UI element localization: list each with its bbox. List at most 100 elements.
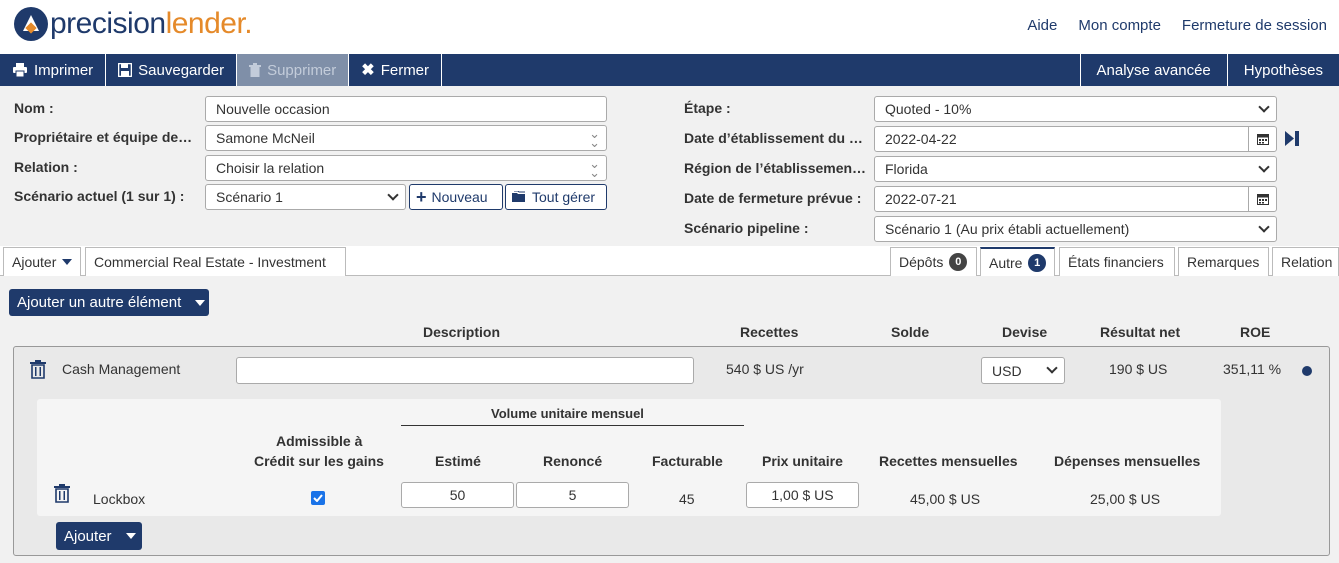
relation-label: Relation : [14, 159, 78, 175]
other-count-badge: 1 [1028, 253, 1046, 272]
print-label: Imprimer [34, 61, 94, 79]
close-label: Fermer [380, 61, 430, 79]
estimated-input[interactable]: 50 [401, 482, 514, 508]
pipeline-scenario-label: Scénario pipeline : [684, 220, 809, 236]
calendar-icon[interactable] [1248, 187, 1276, 211]
save-label: Sauvegarder [138, 61, 225, 79]
new-scenario-button[interactable]: + Nouveau [409, 184, 503, 210]
help-link[interactable]: Aide [1027, 17, 1057, 34]
currency-select[interactable]: USD [981, 357, 1065, 384]
chevron-down-icon [1258, 101, 1270, 113]
stage-select[interactable]: Quoted - 10% [874, 96, 1277, 122]
toolbar: Imprimer Sauvegarder Supprimer ✖ Fermer … [0, 54, 1339, 86]
tab-deposits[interactable]: Dépôts 0 [890, 247, 977, 276]
eligible-checkbox[interactable] [311, 491, 325, 505]
column-header-balance: Solde [891, 324, 930, 340]
my-account-link[interactable]: Mon compte [1078, 17, 1161, 34]
eligible-header-line2: Crédit sur les gains [254, 453, 384, 469]
close-button[interactable]: ✖ Fermer [349, 54, 443, 86]
stage-label: Étape : [684, 100, 731, 116]
waived-header: Renoncé [543, 453, 603, 469]
region-select[interactable]: Florida [874, 156, 1277, 182]
tab-relation[interactable]: Relation [1272, 247, 1339, 276]
deposits-count-badge: 0 [949, 253, 968, 271]
origination-date-label: Date d’établissement du … [684, 130, 863, 146]
owner-label: Propriétaire et équipe de… [14, 129, 193, 145]
save-button[interactable]: Sauvegarder [106, 54, 238, 86]
monthly-unit-volume-header: Volume unitaire mensuel [491, 406, 644, 421]
logo-text-precision: precision [50, 7, 166, 40]
caret-down-icon [62, 259, 73, 265]
tab-commercial-real-estate[interactable]: Commercial Real Estate - Investment [85, 247, 346, 276]
eligible-header-line1: Admissible à [276, 433, 363, 449]
logout-link[interactable]: Fermeture de session [1182, 17, 1327, 34]
logo[interactable]: precisionlender. [14, 7, 253, 41]
name-input[interactable]: Nouvelle occasion [205, 96, 607, 122]
column-header-roe: ROE [1240, 324, 1271, 340]
tab-notes[interactable]: Remarques [1178, 247, 1269, 276]
header-bar: precisionlender. Aide Mon compte Fermetu… [0, 0, 1339, 54]
column-header-description: Description [423, 324, 501, 340]
unit-price-input[interactable]: 1,00 $ US [746, 482, 859, 508]
delete-button[interactable]: Supprimer [237, 54, 350, 86]
billable-value: 45 [679, 491, 695, 507]
trash-icon [249, 63, 262, 77]
chevron-down-icon [1258, 161, 1270, 173]
description-input[interactable] [236, 357, 694, 384]
caret-down-icon [195, 299, 206, 306]
billable-header: Facturable [652, 453, 723, 469]
name-label: Nom : [14, 100, 54, 116]
group-header-underline [401, 425, 744, 426]
scenario-select[interactable]: Scénario 1 [205, 184, 406, 210]
close-date-label: Date de fermeture prévue : [684, 190, 862, 206]
advanced-analysis-button[interactable]: Analyse avancée [1079, 54, 1227, 86]
tab-other[interactable]: Autre 1 [980, 247, 1055, 276]
manage-all-button[interactable]: Tout gérer [505, 184, 607, 210]
column-header-revenue: Recettes [740, 324, 799, 340]
print-button[interactable]: Imprimer [0, 54, 107, 86]
printer-icon [13, 63, 27, 77]
delete-label: Supprimer [267, 61, 337, 79]
add-sub-item-button[interactable]: Ajouter [56, 522, 142, 550]
chevron-down-icon [1046, 362, 1058, 374]
monthly-revenue-value: 45,00 $ US [910, 491, 981, 507]
waived-input[interactable]: 5 [516, 482, 629, 508]
current-scenario-label: Scénario actuel (1 sur 1) : [14, 188, 185, 204]
skip-forward-icon[interactable] [1285, 131, 1299, 146]
calendar-icon[interactable] [1248, 127, 1276, 151]
logo-icon [14, 7, 48, 41]
region-label: Région de l’établissemen… [684, 160, 867, 176]
checkmark-icon [313, 494, 323, 502]
close-icon: ✖ [361, 62, 375, 79]
floppy-icon [118, 63, 133, 77]
estimated-header: Estimé [435, 453, 481, 469]
column-header-currency: Devise [1002, 324, 1048, 340]
trash-icon[interactable] [30, 360, 46, 379]
double-chevron-icon: ⌄ ⌄ [589, 126, 600, 150]
pipeline-scenario-select[interactable]: Scénario 1 (Au prix établi actuellement) [874, 216, 1277, 242]
chevron-down-icon [1258, 221, 1270, 233]
monthly-expenses-header: Dépenses mensuelles [1054, 453, 1201, 469]
trash-icon[interactable] [54, 484, 70, 503]
origination-date-input[interactable]: 2022-04-22 [874, 126, 1277, 152]
assumptions-button[interactable]: Hypothèses [1226, 54, 1339, 86]
top-links: Aide Mon compte Fermeture de session [1027, 17, 1327, 34]
sub-item-name: Lockbox [93, 491, 146, 507]
folders-icon [512, 191, 525, 202]
item-net-income: 190 $ US [1109, 361, 1168, 377]
add-other-item-button[interactable]: Ajouter un autre élément [9, 289, 209, 316]
double-chevron-icon: ⌄ ⌄ [589, 156, 600, 180]
caret-down-icon [125, 533, 136, 539]
item-roe: 351,11 % [1223, 361, 1282, 377]
chevron-down-icon [387, 189, 399, 201]
status-dot-icon [1302, 366, 1312, 376]
relation-select[interactable]: Choisir la relation ⌄ ⌄ [205, 155, 607, 181]
logo-text-lender: lender. [165, 7, 253, 40]
unit-price-header: Prix unitaire [762, 453, 843, 469]
column-header-net-income: Résultat net [1100, 324, 1181, 340]
plus-icon: + [416, 187, 427, 207]
owner-select[interactable]: Samone McNeil ⌄ ⌄ [205, 125, 607, 151]
tab-financial-statements[interactable]: États financiers [1059, 247, 1175, 276]
add-product-dropdown[interactable]: Ajouter [3, 247, 81, 276]
close-date-input[interactable]: 2022-07-21 [874, 186, 1277, 212]
